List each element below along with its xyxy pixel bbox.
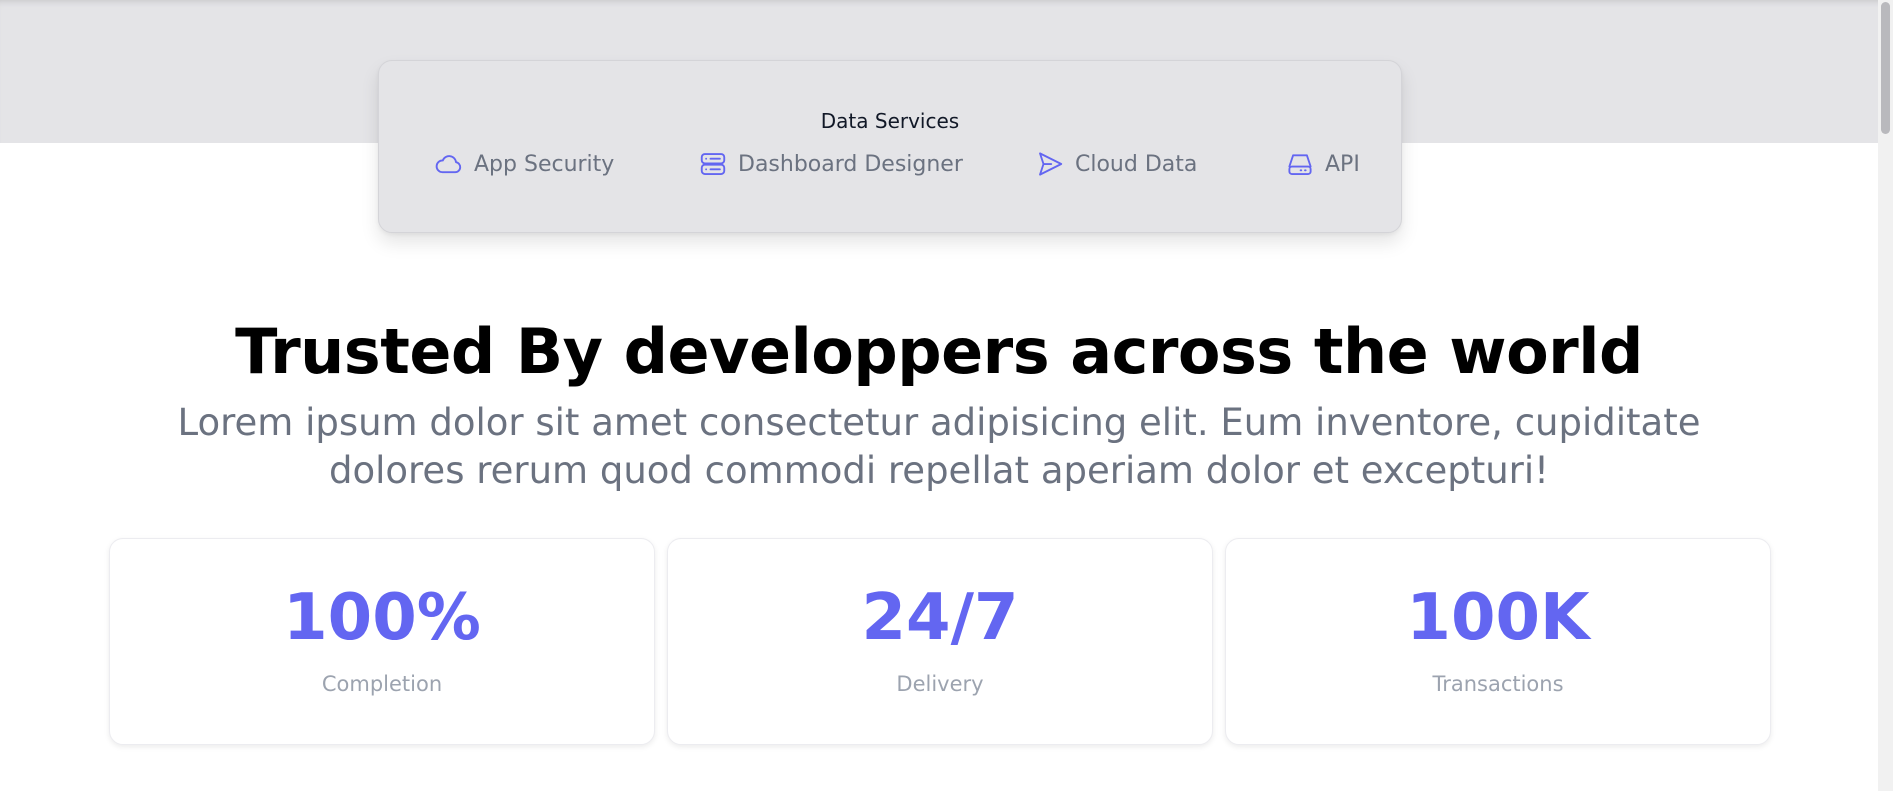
stat-label: Transactions (1432, 672, 1564, 696)
vertical-scrollbar[interactable] (1878, 0, 1893, 791)
service-label: Dashboard Designer (738, 151, 963, 177)
scrollbar-thumb[interactable] (1881, 2, 1890, 134)
server-icon (698, 149, 728, 179)
send-icon (1035, 149, 1065, 179)
stat-card-transactions: 100K Transactions (1225, 538, 1771, 745)
service-item-cloud-data[interactable]: Cloud Data (1035, 149, 1197, 179)
service-item-app-security[interactable]: App Security (434, 149, 614, 179)
stat-value: 24/7 (861, 581, 1019, 655)
stat-label: Delivery (896, 672, 984, 696)
service-label: API (1325, 151, 1360, 177)
hero-title: Trusted By developpers across the world (235, 315, 1643, 388)
service-label: Cloud Data (1075, 151, 1198, 177)
cloud-icon (434, 149, 464, 179)
hero-subtitle: Lorem ipsum dolor sit amet consectetur a… (177, 401, 1701, 492)
stat-card-completion: 100% Completion (109, 538, 655, 745)
service-label: App Security (474, 151, 615, 177)
stat-value: 100% (283, 581, 481, 655)
stat-value: 100K (1406, 581, 1590, 655)
services-title: Data Services (820, 109, 960, 133)
data-services-menu: Data Services App Security Dashboard Des… (378, 60, 1402, 233)
stat-label: Completion (321, 672, 443, 696)
hard-drive-icon (1285, 149, 1315, 179)
service-item-api[interactable]: API (1285, 149, 1360, 179)
service-item-dashboard-designer[interactable]: Dashboard Designer (698, 149, 963, 179)
stat-card-delivery: 24/7 Delivery (667, 538, 1213, 745)
